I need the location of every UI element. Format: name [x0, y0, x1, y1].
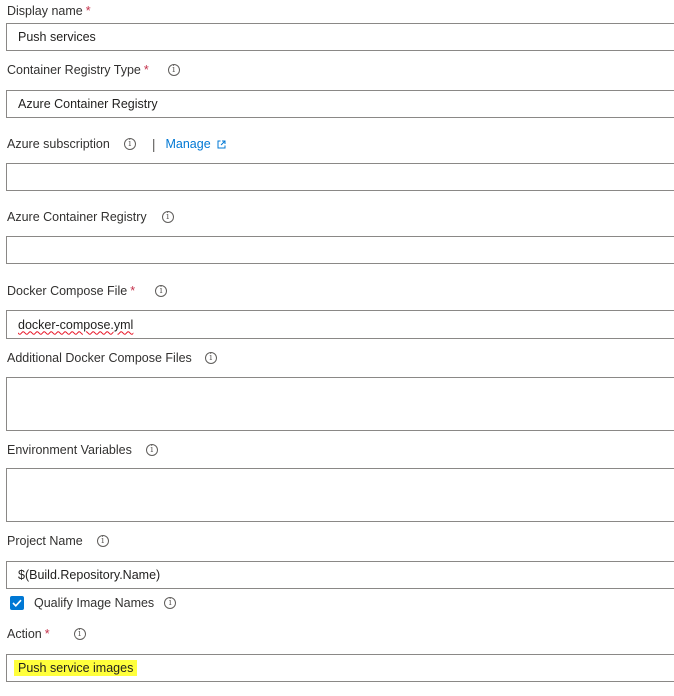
- project-name-value: $(Build.Repository.Name): [18, 568, 161, 582]
- external-link-icon: [217, 140, 226, 149]
- info-icon[interactable]: i: [164, 597, 177, 609]
- qualify-image-names-label: Qualify Image Names: [34, 596, 155, 610]
- compose-file-label-text: Docker Compose File: [7, 284, 128, 298]
- registry-type-value: Azure Container Registry: [18, 97, 158, 111]
- required-marker: *: [143, 63, 149, 77]
- info-icon[interactable]: i: [167, 64, 180, 76]
- additional-files-textarea[interactable]: [6, 377, 674, 431]
- compose-file-label: Docker Compose File * i: [7, 283, 168, 299]
- required-marker: *: [44, 627, 50, 641]
- action-label: Action * i: [7, 626, 86, 642]
- info-icon[interactable]: i: [155, 285, 168, 297]
- subscription-select[interactable]: [6, 163, 674, 191]
- subscription-label: Azure subscription i | Manage: [7, 136, 226, 152]
- compose-file-input[interactable]: docker-compose.yml: [6, 310, 674, 339]
- required-marker: *: [130, 284, 136, 298]
- info-icon[interactable]: i: [73, 628, 86, 640]
- env-vars-label: Environment Variables i: [7, 442, 158, 458]
- separator: |: [151, 136, 156, 152]
- acr-label-text: Azure Container Registry: [7, 210, 147, 224]
- registry-type-select[interactable]: Azure Container Registry: [6, 90, 674, 118]
- info-icon[interactable]: i: [96, 535, 109, 547]
- subscription-label-text: Azure subscription: [7, 137, 110, 151]
- action-value: Push service images: [14, 660, 138, 676]
- manage-link[interactable]: Manage: [165, 136, 226, 152]
- registry-type-label-text: Container Registry Type: [7, 63, 141, 77]
- compose-file-value: docker-compose.yml: [18, 317, 134, 332]
- project-name-label: Project Name i: [7, 533, 109, 549]
- info-icon[interactable]: i: [204, 352, 217, 364]
- display-name-label-text: Display name: [7, 4, 83, 18]
- acr-select[interactable]: [6, 236, 674, 264]
- display-name-value: Push services: [18, 30, 96, 44]
- action-select[interactable]: Push service images: [6, 654, 674, 682]
- action-label-text: Action: [7, 627, 42, 641]
- manage-link-text: Manage: [165, 137, 211, 151]
- display-name-input[interactable]: Push services: [6, 23, 674, 51]
- project-name-input[interactable]: $(Build.Repository.Name): [6, 561, 674, 589]
- additional-files-label: Additional Docker Compose Files i: [7, 350, 217, 366]
- checkmark-icon: [12, 599, 22, 607]
- additional-files-label-text: Additional Docker Compose Files: [7, 351, 192, 365]
- env-vars-textarea[interactable]: [6, 468, 674, 522]
- display-name-label: Display name *: [7, 3, 91, 19]
- qualify-image-names-checkbox[interactable]: [10, 596, 24, 610]
- info-icon[interactable]: i: [145, 444, 158, 456]
- acr-label: Azure Container Registry i: [7, 209, 174, 225]
- project-name-label-text: Project Name: [7, 534, 83, 548]
- env-vars-label-text: Environment Variables: [7, 443, 132, 457]
- info-icon[interactable]: i: [123, 138, 136, 150]
- registry-type-label: Container Registry Type * i: [7, 62, 180, 78]
- info-icon[interactable]: i: [161, 211, 174, 223]
- qualify-image-names-row: Qualify Image Names i: [10, 596, 177, 610]
- required-marker: *: [85, 4, 91, 18]
